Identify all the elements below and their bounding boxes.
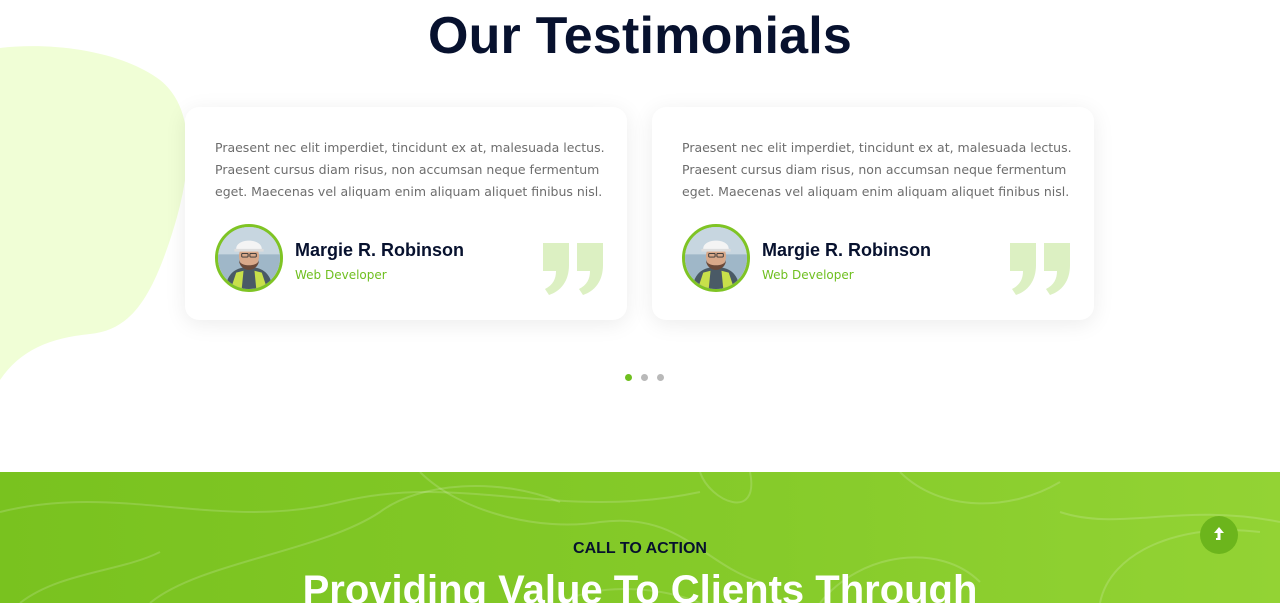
scroll-to-top-button[interactable] xyxy=(1200,516,1238,554)
testimonial-text: Praesent nec elit imperdiet, tincidunt e… xyxy=(682,140,1072,199)
carousel-dot-2[interactable] xyxy=(641,374,648,381)
carousel-dot-3[interactable] xyxy=(657,374,664,381)
section-title: Our Testimonials xyxy=(427,7,853,65)
quote-icon xyxy=(1010,243,1070,295)
carousel-dot-1[interactable] xyxy=(625,374,632,381)
carousel-pagination xyxy=(625,374,664,381)
cta-section: CALL TO ACTION Providing Value To Client… xyxy=(0,472,1280,603)
testimonial-card: Praesent nec elit imperdiet, tincidunt e… xyxy=(652,107,1094,320)
cta-eyebrow: CALL TO ACTION xyxy=(573,540,707,557)
testimonial-text: Praesent nec elit imperdiet, tincidunt e… xyxy=(215,140,605,199)
person-role: Web Developer xyxy=(762,268,854,282)
person-name: Margie R. Robinson xyxy=(295,240,465,260)
arrow-up-icon xyxy=(1214,527,1224,540)
quote-icon xyxy=(543,243,603,295)
person-role: Web Developer xyxy=(295,268,387,282)
testimonial-card: Praesent nec elit imperdiet, tincidunt e… xyxy=(185,107,627,320)
worker-avatar xyxy=(682,224,750,292)
worker-avatar xyxy=(215,224,283,292)
cta-heading: Providing Value To Clients Through xyxy=(302,568,978,603)
person-name: Margie R. Robinson xyxy=(762,240,932,260)
